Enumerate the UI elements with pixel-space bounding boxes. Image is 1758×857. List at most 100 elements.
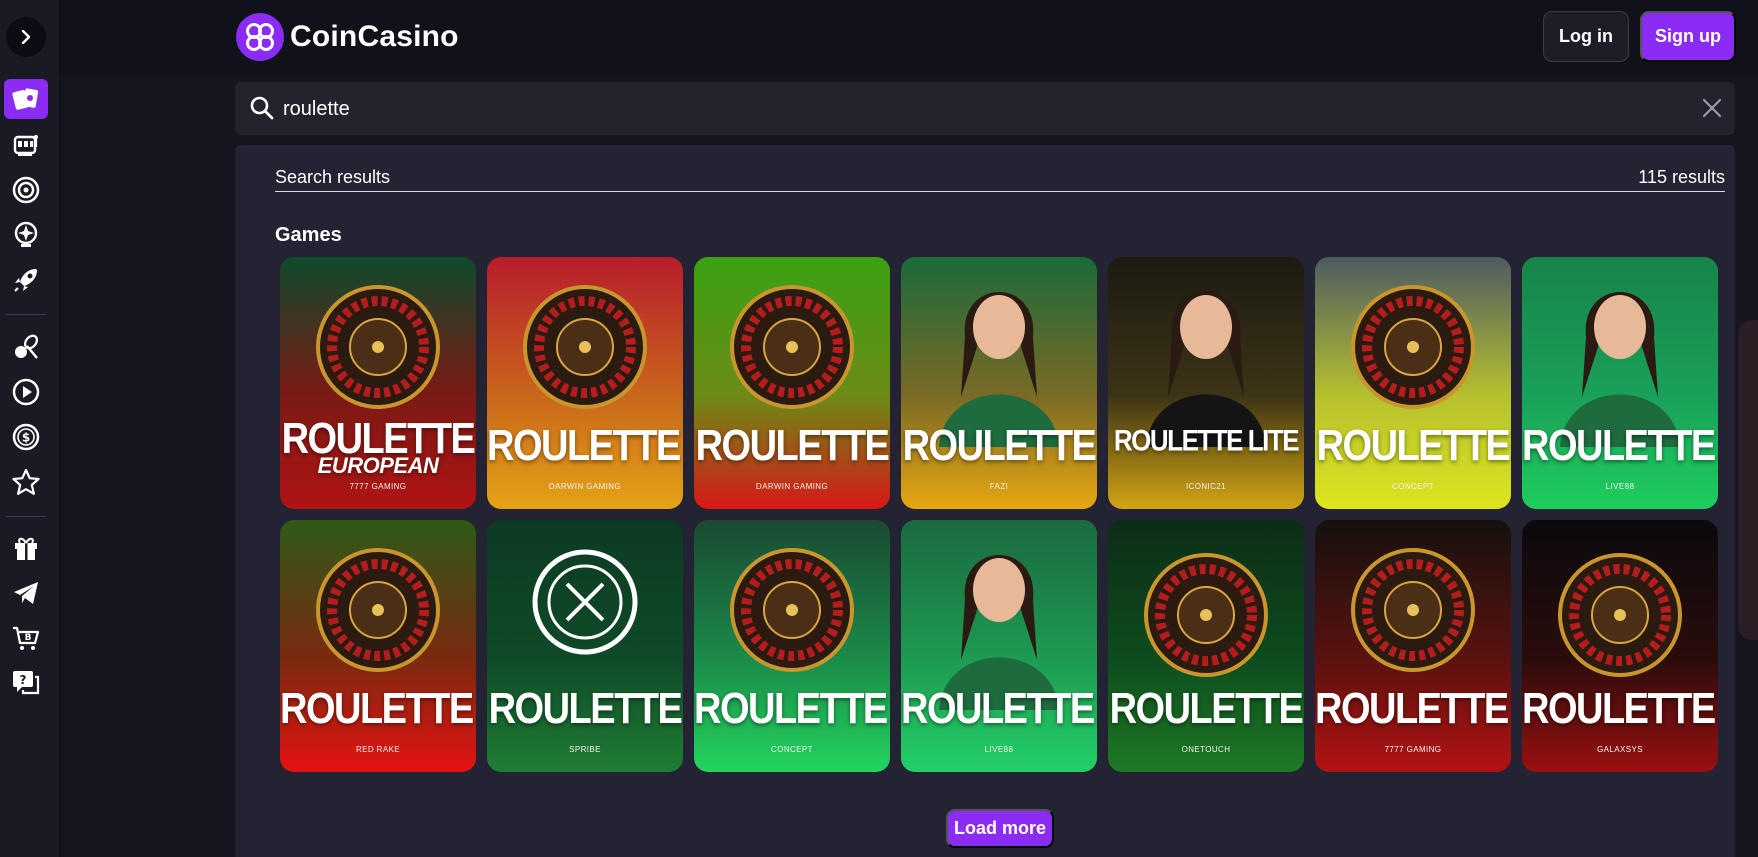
telegram-icon <box>14 582 38 604</box>
game-provider: ICONIC21 <box>1185 482 1227 491</box>
rail-live[interactable] <box>4 372 48 412</box>
roulette-wheel-icon <box>730 285 854 409</box>
rail-casino[interactable] <box>4 79 48 119</box>
game-provider: DARWIN GAMING <box>755 482 829 491</box>
game-provider: RED RAKE <box>355 745 401 754</box>
game-title: ROULETTE 2 <box>1522 421 1718 471</box>
game-title: ROULETTE LITE <box>1113 422 1300 458</box>
star-icon <box>12 468 40 495</box>
load-more-button[interactable]: Load more <box>946 809 1054 848</box>
roulette-wheel-icon <box>12 176 40 204</box>
roulette-wheel-icon <box>523 285 647 409</box>
game-thumbnail <box>1522 520 1718 772</box>
results-count: 115 results <box>1638 167 1725 187</box>
game-thumbnail <box>901 257 1097 509</box>
next-card-peek <box>1738 320 1758 640</box>
search-input[interactable] <box>283 94 1663 124</box>
lottery-ball-icon <box>14 221 38 247</box>
rail-divider <box>6 516 46 517</box>
roulette-wheel-icon <box>1560 292 1680 447</box>
game-card[interactable]: ROULETTE CONCEPT <box>1315 257 1511 509</box>
games-grid: ROULETTE EUROPEAN 7777 GAMING ROULETTE VIP D… <box>280 257 1718 772</box>
results-divider <box>275 191 1725 192</box>
svg-text:B: B <box>25 633 32 643</box>
game-provider: CONCEPT <box>771 745 813 754</box>
game-card[interactable]: ROULETTE 1 LIVE88 <box>901 520 1097 772</box>
rail-crash[interactable] <box>4 260 48 300</box>
coin-icon: $ <box>12 423 40 451</box>
game-title: ROULETTE VIP <box>487 421 683 471</box>
game-card[interactable]: ROULETTE 2 LIVE88 <box>1522 257 1718 509</box>
slot-machine-icon <box>13 135 38 156</box>
roulette-wheel-icon <box>1144 553 1268 677</box>
game-thumbnail <box>1108 257 1304 509</box>
sports-icon <box>15 334 39 359</box>
game-card[interactable]: ROULETTE VIP RED RAKE <box>280 520 476 772</box>
game-card[interactable]: ROULETTE X GALAXSYS <box>1522 520 1718 772</box>
game-title: ROULETTE <box>488 684 683 734</box>
game-provider: CONCEPT <box>1392 482 1434 491</box>
rocket-icon <box>14 269 37 292</box>
cards-icon <box>12 88 39 110</box>
game-thumbnail <box>487 257 683 509</box>
roulette-wheel-icon <box>532 549 638 655</box>
game-card[interactable]: ROULETTE DARWIN GAMING <box>694 257 890 509</box>
game-thumbnail <box>901 520 1097 772</box>
game-card[interactable]: ROULETTE 7 7777 GAMING <box>1315 520 1511 772</box>
game-card[interactable]: ROULETTE VIP DARWIN GAMING <box>487 257 683 509</box>
game-card[interactable]: ROULETTE II CONCEPT <box>694 520 890 772</box>
game-title: ROULETTE VIP <box>280 684 476 734</box>
game-thumbnail <box>1522 257 1718 509</box>
game-card[interactable]: ROULETTE SPRIBE <box>487 520 683 772</box>
brand-logo[interactable]: CoinCasino <box>236 13 459 61</box>
rail-shop[interactable]: B <box>4 618 48 658</box>
game-subtitle: EUROPEAN <box>317 453 439 478</box>
rail-support[interactable]: ? <box>4 663 48 703</box>
svg-text:?: ? <box>20 673 27 687</box>
rail-sports[interactable] <box>4 327 48 367</box>
game-provider: 7777 GAMING <box>1384 745 1442 754</box>
search-icon <box>250 96 274 120</box>
clear-search-icon[interactable] <box>1700 96 1724 120</box>
rail-telegram[interactable] <box>4 573 48 613</box>
rail-cashier[interactable]: $ <box>4 417 48 457</box>
rail-favorites[interactable] <box>4 462 48 502</box>
roulette-wheel-icon <box>1558 553 1682 677</box>
rail-promotions[interactable] <box>4 528 48 568</box>
shop-cart-icon: B <box>13 626 40 650</box>
coincasino-logo-icon <box>236 13 284 61</box>
game-card[interactable]: ROULETTE LITE ICONIC21 <box>1108 257 1304 509</box>
game-card[interactable]: ROULETTE ONETOUCH <box>1108 520 1304 772</box>
expand-sidebar-button[interactable] <box>6 17 46 57</box>
game-provider: FAZI <box>989 482 1009 491</box>
game-card[interactable]: ROULETTE FAZI <box>901 257 1097 509</box>
game-provider: LIVE88 <box>1605 482 1635 491</box>
game-card[interactable]: ROULETTE EUROPEAN 7777 GAMING <box>280 257 476 509</box>
top-header: CoinCasino Log in Sign up <box>60 0 1758 76</box>
gift-icon <box>15 537 37 560</box>
rail-live-casino[interactable] <box>4 170 48 210</box>
game-provider: ONETOUCH <box>1181 745 1231 754</box>
roulette-wheel-icon <box>1351 548 1475 672</box>
game-provider: SPRIBE <box>569 745 601 754</box>
game-title: ROULETTE 1 <box>901 684 1097 734</box>
rail-slots[interactable] <box>4 125 48 165</box>
game-title: ROULETTE 7 <box>1315 684 1511 734</box>
game-title: ROULETTE <box>902 421 1097 471</box>
login-button[interactable]: Log in <box>1543 11 1629 62</box>
game-thumbnail <box>487 520 683 772</box>
game-provider: LIVE88 <box>984 745 1014 754</box>
game-thumbnail <box>694 257 890 509</box>
chevron-right-icon <box>21 30 31 44</box>
play-circle-icon <box>12 378 40 406</box>
results-heading: Search results <box>275 167 391 187</box>
signup-button[interactable]: Sign up <box>1640 11 1736 62</box>
game-title: ROULETTE <box>1316 421 1511 471</box>
game-thumbnail <box>1315 257 1511 509</box>
game-provider: DARWIN GAMING <box>548 482 622 491</box>
side-rail: $ B ? <box>0 0 60 857</box>
rail-lottery[interactable] <box>4 215 48 255</box>
rail-divider <box>6 314 46 315</box>
game-thumbnail <box>694 520 890 772</box>
roulette-wheel-icon <box>1146 292 1266 447</box>
